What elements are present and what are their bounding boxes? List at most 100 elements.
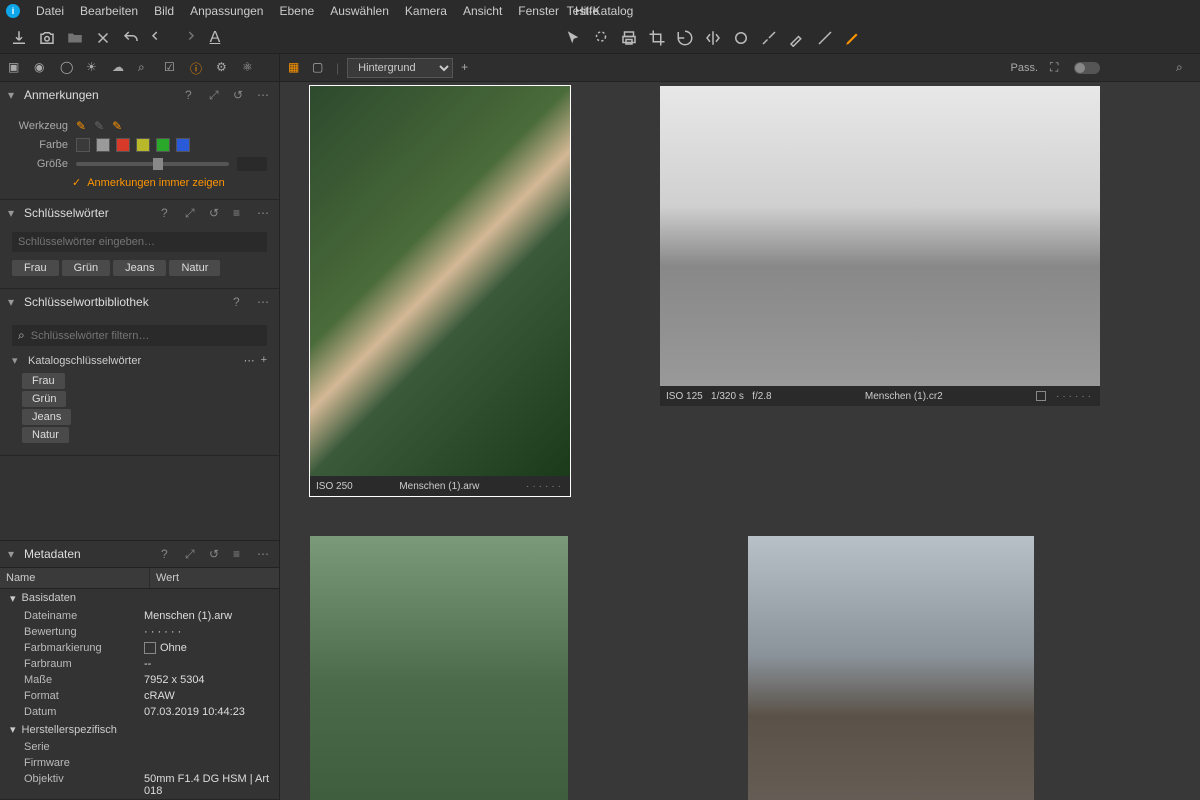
library-tag[interactable]: Natur <box>22 427 69 443</box>
reset-icon[interactable]: ↺ <box>233 88 247 102</box>
tab-check-icon[interactable]: ☑ <box>164 60 180 76</box>
color-label-box[interactable] <box>1036 391 1046 401</box>
chevron-down-icon[interactable]: ▾ <box>8 295 18 309</box>
add-layer-icon[interactable]: + <box>461 60 477 76</box>
more-icon[interactable]: ⋯ <box>244 354 255 367</box>
pointer-tool-icon[interactable] <box>564 29 582 47</box>
color-swatch[interactable] <box>116 138 130 152</box>
grid-view-icon[interactable]: ▦ <box>288 60 304 76</box>
more-icon[interactable]: ⋯ <box>257 88 271 102</box>
size-slider[interactable] <box>76 162 229 166</box>
add-icon[interactable]: + <box>261 354 267 367</box>
help-icon[interactable]: ? <box>161 206 175 220</box>
tab-circle-icon[interactable]: ◯ <box>60 60 76 76</box>
menu-ansicht[interactable]: Ansicht <box>455 1 510 21</box>
tab-camera-icon[interactable]: ◉ <box>34 60 50 76</box>
menu-fenster[interactable]: Fenster <box>510 1 567 21</box>
mirror-tool-icon[interactable] <box>704 29 722 47</box>
tab-info-icon[interactable]: ⓘ <box>190 60 206 76</box>
layer-select[interactable]: Hintergrund <box>347 58 453 78</box>
thumbnail-card[interactable]: ISO 250Menschen (1).arw······ <box>310 86 570 496</box>
more-icon[interactable]: ⋯ <box>257 547 271 561</box>
thumb-rating[interactable]: ······ <box>526 481 564 492</box>
thumbnail-card[interactable] <box>310 536 568 800</box>
tab-share-icon[interactable]: ⚛ <box>242 60 258 76</box>
menu-datei[interactable]: Datei <box>28 1 72 21</box>
chevron-down-icon[interactable]: ▾ <box>8 88 18 102</box>
folder-open-icon[interactable] <box>66 29 84 47</box>
undo-icon[interactable] <box>150 29 168 47</box>
tab-gear-icon[interactable]: ⚙ <box>216 60 232 76</box>
keyword-tag[interactable]: Natur <box>169 260 220 276</box>
download-icon[interactable] <box>10 29 28 47</box>
always-show-check[interactable]: ✓ Anmerkungen immer zeigen <box>72 176 267 189</box>
thumbnail-card[interactable] <box>748 536 1034 800</box>
color-swatch[interactable] <box>136 138 150 152</box>
print-icon[interactable] <box>620 29 638 47</box>
redo-icon[interactable] <box>178 29 196 47</box>
library-tag[interactable]: Frau <box>22 373 65 389</box>
size-value[interactable] <box>237 157 267 171</box>
thumbnail-card[interactable]: ISO 125 1/320 s f/2.8Menschen (1).cr2···… <box>660 86 1100 496</box>
edit-tool-icon[interactable] <box>844 29 862 47</box>
chevron-down-icon[interactable]: ▾ <box>12 354 22 367</box>
close-icon[interactable] <box>94 29 112 47</box>
help-icon[interactable]: ? <box>233 295 247 309</box>
keyword-tag[interactable]: Grün <box>62 260 110 276</box>
tab-search-icon[interactable]: ⌕ <box>138 60 154 76</box>
camera-icon[interactable] <box>38 29 56 47</box>
single-view-icon[interactable]: ▢ <box>312 60 328 76</box>
expand-icon[interactable]: ⤢ <box>209 88 223 102</box>
keyword-tag[interactable]: Jeans <box>113 260 166 276</box>
rotate-tool-icon[interactable] <box>676 29 694 47</box>
filter-icon[interactable]: ⛶ <box>1050 60 1066 76</box>
reset-icon[interactable]: ↺ <box>209 206 223 220</box>
menu-auswählen[interactable]: Auswählen <box>322 1 397 21</box>
chevron-down-icon[interactable]: ▾ <box>10 592 16 605</box>
tab-sun-icon[interactable]: ☀ <box>86 60 102 76</box>
color-swatch[interactable] <box>96 138 110 152</box>
shape-tool-icon[interactable] <box>732 29 750 47</box>
list-icon[interactable]: ≡ <box>233 547 247 561</box>
more-icon[interactable]: ⋯ <box>257 206 271 220</box>
keyword-tag[interactable]: Frau <box>12 260 59 276</box>
library-filter-input[interactable] <box>31 330 261 342</box>
pencil-icon[interactable]: ✎ <box>76 119 86 133</box>
menu-bild[interactable]: Bild <box>146 1 182 21</box>
chevron-down-icon[interactable]: ▾ <box>8 206 18 220</box>
gradient-tool-icon[interactable] <box>816 29 834 47</box>
tab-cloud-icon[interactable]: ☁ <box>112 60 128 76</box>
chevron-down-icon[interactable]: ▾ <box>10 723 16 736</box>
filter-toggle[interactable] <box>1074 62 1100 74</box>
menu-kamera[interactable]: Kamera <box>397 1 455 21</box>
tab-folder-icon[interactable]: ▣ <box>8 60 24 76</box>
menu-anpassungen[interactable]: Anpassungen <box>182 1 271 21</box>
chevron-down-icon[interactable]: ▾ <box>8 547 18 561</box>
search-icon[interactable]: ⌕ <box>1176 60 1192 76</box>
keywords-input[interactable] <box>12 232 267 252</box>
help-icon[interactable]: ? <box>161 547 175 561</box>
library-tag[interactable]: Grün <box>22 391 66 407</box>
lasso-tool-icon[interactable] <box>592 29 610 47</box>
checkbox-icon[interactable] <box>144 642 156 654</box>
expand-icon[interactable]: ⤢ <box>185 206 199 220</box>
reset-icon[interactable]: ↺ <box>209 547 223 561</box>
undo-all-icon[interactable] <box>122 29 140 47</box>
brush-tool-icon[interactable] <box>760 29 778 47</box>
menu-ebene[interactable]: Ebene <box>271 1 322 21</box>
help-icon[interactable]: ? <box>185 88 199 102</box>
color-swatch[interactable] <box>176 138 190 152</box>
eyedropper-tool-icon[interactable] <box>788 29 806 47</box>
color-swatch[interactable] <box>156 138 170 152</box>
text-tool-icon[interactable]: A <box>206 29 224 47</box>
thumb-rating[interactable]: ······ <box>1056 391 1094 402</box>
pencil-active-icon[interactable]: ✎ <box>112 119 122 133</box>
library-tag[interactable]: Jeans <box>22 409 71 425</box>
crop-tool-icon[interactable] <box>648 29 666 47</box>
list-icon[interactable]: ≡ <box>233 206 247 220</box>
color-swatch[interactable] <box>76 138 90 152</box>
pencil-alt-icon[interactable]: ✎ <box>94 119 104 133</box>
menu-bearbeiten[interactable]: Bearbeiten <box>72 1 146 21</box>
expand-icon[interactable]: ⤢ <box>185 547 199 561</box>
more-icon[interactable]: ⋯ <box>257 295 271 309</box>
